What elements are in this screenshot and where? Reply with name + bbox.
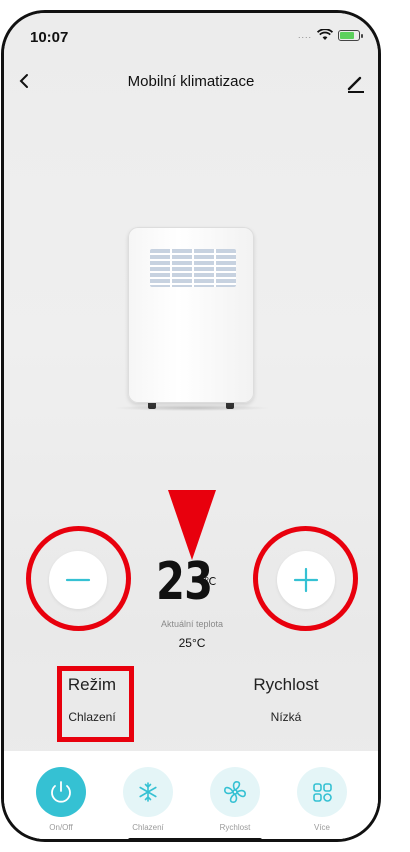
current-temperature-caption: Aktuální teplota <box>160 619 224 629</box>
snowflake-icon <box>139 782 157 802</box>
status-time: 10:07 <box>30 29 69 46</box>
tab-more[interactable]: Více <box>287 767 357 832</box>
annotation-circle-minus <box>26 526 131 631</box>
air-conditioner-image <box>128 227 254 409</box>
more-button[interactable] <box>297 767 347 817</box>
navigation-bar: Mobilní klimatizace <box>4 65 378 101</box>
power-icon <box>51 781 71 803</box>
page-title: Mobilní klimatizace <box>127 73 255 90</box>
power-button[interactable] <box>36 767 86 817</box>
temperature-unit: ℃ <box>204 576 217 588</box>
grid-icon <box>313 783 332 802</box>
device-frame: 10:07 .... Mobilní klimatizace 23 ℃ Aktu… <box>1 10 381 842</box>
fan-icon <box>224 781 246 803</box>
wifi-icon <box>317 29 333 40</box>
annotation-box-mode <box>57 666 134 742</box>
tab-label: On/Off <box>49 823 73 832</box>
annotation-arrow <box>168 490 216 560</box>
home-indicator <box>128 838 262 839</box>
tab-label: Rychlost <box>219 823 251 832</box>
cooling-button[interactable] <box>123 767 173 817</box>
status-bar: 10:07 .... <box>4 13 378 57</box>
device-shadow <box>114 405 270 411</box>
tab-on-off[interactable]: On/Off <box>26 767 96 832</box>
tab-label: Chlazení <box>132 823 164 832</box>
device-grille <box>150 249 236 287</box>
battery-charging-icon <box>338 29 363 41</box>
signal-icon: .... <box>297 30 312 40</box>
speed-button[interactable] <box>210 767 260 817</box>
annotation-circle-plus <box>253 526 358 631</box>
edit-button[interactable] <box>342 69 370 97</box>
tab-speed[interactable]: Rychlost <box>200 767 270 832</box>
tab-label: Více <box>313 823 330 832</box>
bottom-toolbar: On/Off Chlazení Rychlost Více <box>4 751 378 839</box>
speed-label[interactable]: Rychlost <box>238 675 334 695</box>
tab-cooling[interactable]: Chlazení <box>113 767 183 832</box>
status-icons: .... <box>297 29 363 41</box>
pencil-icon <box>347 76 364 93</box>
speed-value[interactable]: Nízká <box>238 710 334 724</box>
phone-screen: 10:07 .... Mobilní klimatizace 23 ℃ Aktu… <box>0 0 410 852</box>
current-temperature: 25°C <box>178 636 206 650</box>
